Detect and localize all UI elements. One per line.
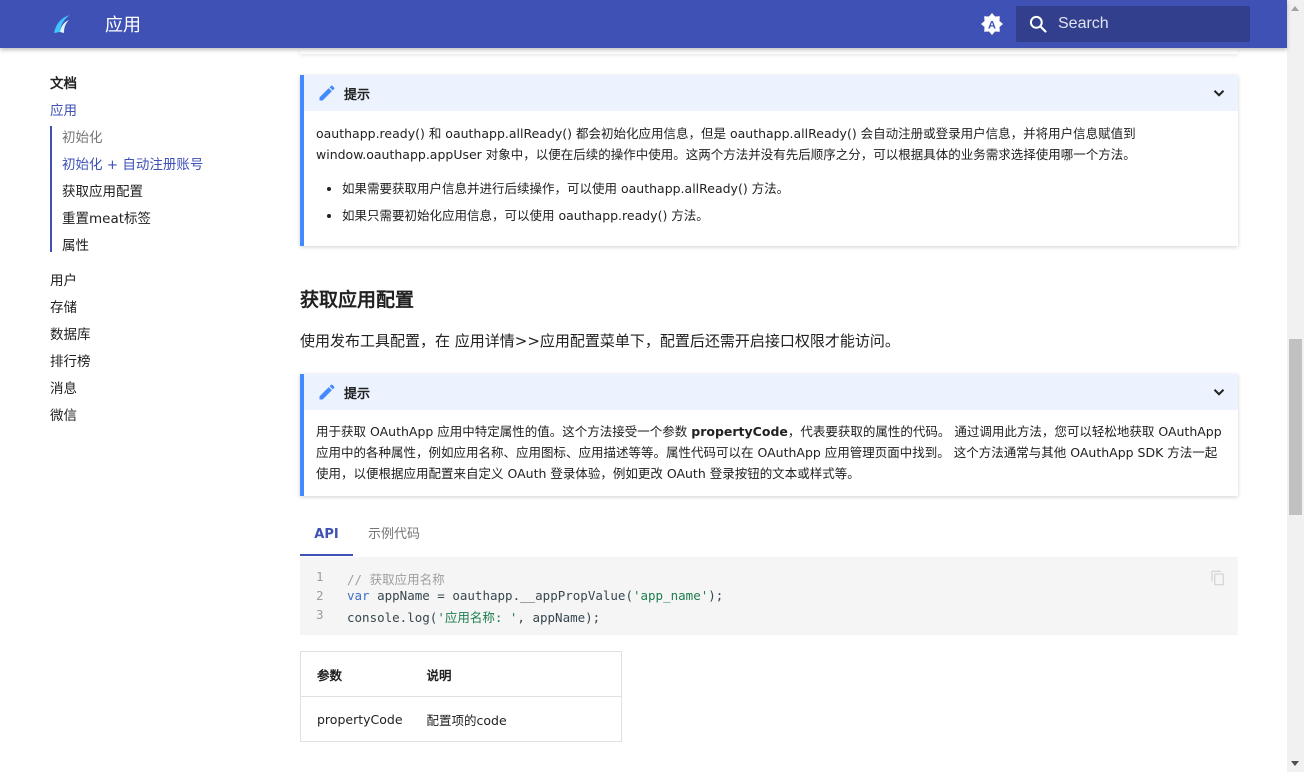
tip-admonition: 提示 oauthapp.ready() 和 oauthapp.allReady(… <box>300 75 1238 246</box>
table-row: propertyCode 配置项的code <box>301 697 622 742</box>
nav-item[interactable]: 用户 <box>50 269 77 289</box>
code-text: ); <box>708 588 724 603</box>
page-scrollbar[interactable] <box>1287 0 1304 772</box>
code-text: console.log( <box>347 610 438 625</box>
code-tabs: API 示例代码 <box>300 516 1238 556</box>
admonition-header[interactable]: 提示 <box>304 75 1238 111</box>
code-text: , appName); <box>517 610 601 625</box>
page-title: 应用 <box>105 15 141 36</box>
list-item: 如果只需要初始化应用信息，可以使用 oauthapp.ready() 方法。 <box>342 205 1222 226</box>
search-icon <box>1029 15 1047 33</box>
nav-item[interactable]: 数据库 <box>50 323 91 343</box>
code-line: // 获取应用名称 <box>347 569 445 588</box>
admonition-text-line: 用于获取 OAuthApp 应用中特定属性的值。这个方法接受一个参数 prope… <box>316 421 1222 442</box>
chevron-down-icon[interactable] <box>1210 383 1228 401</box>
params-table: 参数 说明 propertyCode 配置项的code <box>300 651 622 742</box>
top-app-bar: 应用 A <box>0 0 1287 48</box>
line-number: 1 <box>316 569 324 584</box>
table-header: 参数 <box>300 651 411 697</box>
table-cell: 配置项的code <box>426 712 507 728</box>
code-text: appName = oauthapp.__appPropValue( <box>369 588 633 603</box>
nav-section-title: 文档 <box>50 76 77 92</box>
nav-sub-item[interactable]: 属性 <box>62 234 89 254</box>
nav-sub-item[interactable]: 获取应用配置 <box>62 180 143 200</box>
tab-example-code[interactable]: 示例代码 <box>368 516 420 556</box>
nav-item-current[interactable]: 应用 <box>50 99 77 119</box>
previous-card-edge <box>300 48 1238 54</box>
nav-item[interactable]: 消息 <box>50 377 77 397</box>
list-item: 如果需要获取用户信息并进行后续操作，可以使用 oauthapp.allReady… <box>342 178 1222 199</box>
admonition-body: 用于获取 OAuthApp 应用中特定属性的值。这个方法接受一个参数 prope… <box>304 410 1238 484</box>
nav-active-indicator <box>50 126 52 252</box>
nav-sub-item-active[interactable]: 初始化 + 自动注册账号 <box>62 153 203 173</box>
pencil-icon <box>319 85 335 101</box>
search-input[interactable] <box>1058 6 1243 42</box>
nav-sub-item[interactable]: 初始化 <box>62 126 103 146</box>
line-number: 3 <box>316 607 324 622</box>
code-string: '应用名称: ' <box>437 610 518 625</box>
scroll-up-arrow-icon[interactable] <box>1291 6 1299 11</box>
logo-icon[interactable] <box>50 12 74 36</box>
admonition-text: 用于获取 OAuthApp 应用中特定属性的值。这个方法接受一个参数 <box>316 424 692 439</box>
section-heading: 获取应用配置 <box>300 289 415 311</box>
tip-admonition: 提示 用于获取 OAuthApp 应用中特定属性的值。这个方法接受一个参数 pr… <box>300 374 1238 496</box>
admonition-text-line: oauthapp.ready() 和 oauthapp.allReady() 都… <box>316 126 1136 141</box>
admonition-title: 提示 <box>344 88 371 103</box>
table-header-row: 参数 说明 <box>300 651 622 697</box>
code-string: 'app_name' <box>632 588 709 603</box>
admonition-text: ，代表要获取的属性的代码。 通过调用此方法，您可以轻松地获取 OAuthApp <box>787 424 1222 439</box>
theme-toggle-icon[interactable]: A <box>980 12 1004 36</box>
nav-item[interactable]: 排行榜 <box>50 350 91 370</box>
svg-text:A: A <box>988 20 996 32</box>
copy-icon[interactable] <box>1210 569 1226 587</box>
nav-sub-item[interactable]: 重置meat标签 <box>62 207 151 227</box>
table-header: 说明 <box>410 651 622 697</box>
table-cell: propertyCode <box>317 711 403 727</box>
pencil-icon <box>319 384 335 400</box>
admonition-text-line: 使用，以便根据应用配置来自定义 OAuth 登录体验，例如更改 OAuth 登录… <box>316 466 860 481</box>
code-line: console.log('应用名称: ', appName); <box>347 607 600 626</box>
tab-api[interactable]: API <box>300 516 353 556</box>
admonition-header[interactable]: 提示 <box>304 374 1238 410</box>
chevron-down-icon[interactable] <box>1210 84 1228 102</box>
code-keyword: var <box>347 588 370 603</box>
admonition-title: 提示 <box>344 387 371 402</box>
nav-item[interactable]: 存储 <box>50 296 77 316</box>
inline-code-term: propertyCode <box>691 424 788 439</box>
scroll-thumb[interactable] <box>1289 339 1302 515</box>
search-box[interactable] <box>1016 6 1250 42</box>
scroll-down-arrow-icon[interactable] <box>1291 761 1299 766</box>
nav-item[interactable]: 微信 <box>50 404 77 424</box>
admonition-text-line: 应用中的各种属性，例如应用名称、应用图标、应用描述等等。属性代码可以在 OAut… <box>316 445 1218 460</box>
code-block: 1 2 3 // 获取应用名称 var appName = oauthapp._… <box>300 557 1238 635</box>
admonition-body: oauthapp.ready() 和 oauthapp.allReady() 都… <box>304 111 1238 246</box>
admonition-text-line: window.oauthapp.appUser 对象中，以便在后续的操作中使用。… <box>316 147 1136 162</box>
code-comment: // 获取应用名称 <box>347 572 445 587</box>
code-line: var appName = oauthapp.__appPropValue('a… <box>347 588 723 603</box>
line-number: 2 <box>316 588 324 603</box>
bullet-list: 如果需要获取用户信息并进行后续操作，可以使用 oauthapp.allReady… <box>316 178 1222 246</box>
section-description: 使用发布工具配置，在 应用详情>>应用配置菜单下，配置后还需开启接口权限才能访问… <box>300 332 900 350</box>
